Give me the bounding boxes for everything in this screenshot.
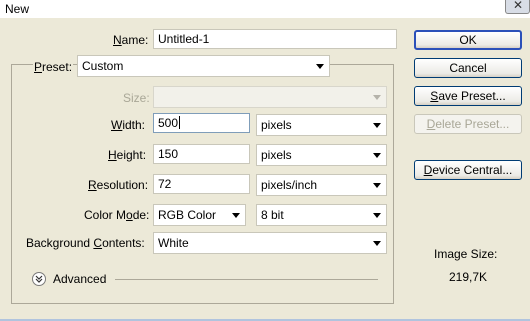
chevron-down-icon xyxy=(373,183,381,188)
resolution-label: Resolution: xyxy=(88,178,149,192)
ok-button[interactable]: OK xyxy=(414,30,522,50)
window-title: New xyxy=(5,2,30,16)
chevron-down-icon xyxy=(373,153,381,158)
close-button[interactable]: ✕ xyxy=(505,0,530,14)
width-label: Width: xyxy=(111,118,146,132)
size-label: Size: xyxy=(123,91,150,105)
chevron-down-icon xyxy=(373,123,381,128)
height-label: Height: xyxy=(108,148,147,162)
background-contents-label: Background Contents: xyxy=(26,236,145,250)
advanced-divider xyxy=(115,279,378,280)
cancel-button[interactable]: Cancel xyxy=(414,58,522,78)
delete-preset-button: Delete Preset... xyxy=(414,114,522,134)
color-mode-select[interactable]: RGB Color xyxy=(153,204,246,226)
size-select xyxy=(153,86,387,108)
title-bar: New ✕ xyxy=(0,0,530,18)
width-input[interactable]: 500 xyxy=(153,113,250,133)
device-central-button[interactable]: Device Central... xyxy=(414,160,522,180)
color-mode-label: Color Mode: xyxy=(84,208,150,222)
image-size-label: Image Size: xyxy=(434,247,498,261)
name-label: Name: xyxy=(113,33,149,47)
chevron-down-icon xyxy=(373,241,381,246)
bit-depth-select[interactable]: 8 bit xyxy=(256,204,387,226)
width-unit-select[interactable]: pixels xyxy=(256,114,387,136)
preset-label: Preset: xyxy=(33,60,74,74)
chevron-down-icon xyxy=(316,64,324,69)
new-document-dialog: Name: Untitled-1 Preset: Custom Size: Wi… xyxy=(0,18,530,321)
height-input[interactable]: 150 xyxy=(153,144,250,164)
save-preset-button[interactable]: Save Preset... xyxy=(414,86,522,106)
chevron-down-icon xyxy=(373,213,381,218)
advanced-label[interactable]: Advanced xyxy=(53,272,106,286)
advanced-toggle-button[interactable] xyxy=(32,272,46,286)
resolution-input[interactable]: 72 xyxy=(153,174,250,194)
chevron-down-icon xyxy=(232,213,240,218)
double-chevron-down-icon xyxy=(35,275,43,283)
chevron-down-icon xyxy=(373,95,381,100)
close-icon: ✕ xyxy=(513,0,524,12)
image-size-value: 219,7K xyxy=(449,270,488,284)
background-contents-select[interactable]: White xyxy=(153,232,387,254)
resolution-unit-select[interactable]: pixels/inch xyxy=(256,174,387,196)
height-unit-select[interactable]: pixels xyxy=(256,144,387,166)
name-input[interactable]: Untitled-1 xyxy=(153,29,397,49)
preset-select[interactable]: Custom xyxy=(77,55,330,77)
